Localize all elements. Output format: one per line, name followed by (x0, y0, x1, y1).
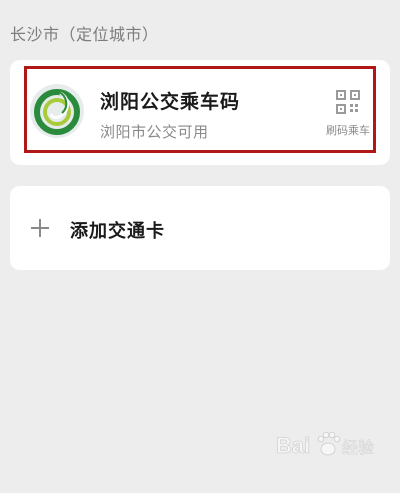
add-transit-card-button[interactable]: 添加交通卡 (10, 186, 390, 270)
svg-text:经验: 经验 (342, 438, 374, 457)
card-title: 浏阳公交乘车码 (100, 91, 241, 113)
scan-to-ride-button[interactable]: 刷码乘车 (316, 90, 376, 140)
qr-code-icon (336, 90, 360, 114)
liuyang-bus-logo-icon (30, 84, 84, 138)
section-header-city: 长沙市（定位城市） (10, 25, 159, 44)
card-subtitle: 浏阳市公交可用 (100, 123, 209, 141)
baidu-paw-icon: Bai 经验 (276, 431, 374, 458)
add-transit-card-label: 添加交通卡 (70, 221, 165, 242)
plus-icon (31, 219, 49, 237)
svg-text:Bai: Bai (276, 433, 310, 458)
scan-to-ride-label: 刷码乘车 (326, 124, 370, 137)
baidu-jingyan-watermark: Bai 经验 (276, 427, 376, 465)
bus-card-liuyang[interactable]: 浏阳公交乘车码 浏阳市公交可用 刷码乘车 (10, 60, 390, 165)
